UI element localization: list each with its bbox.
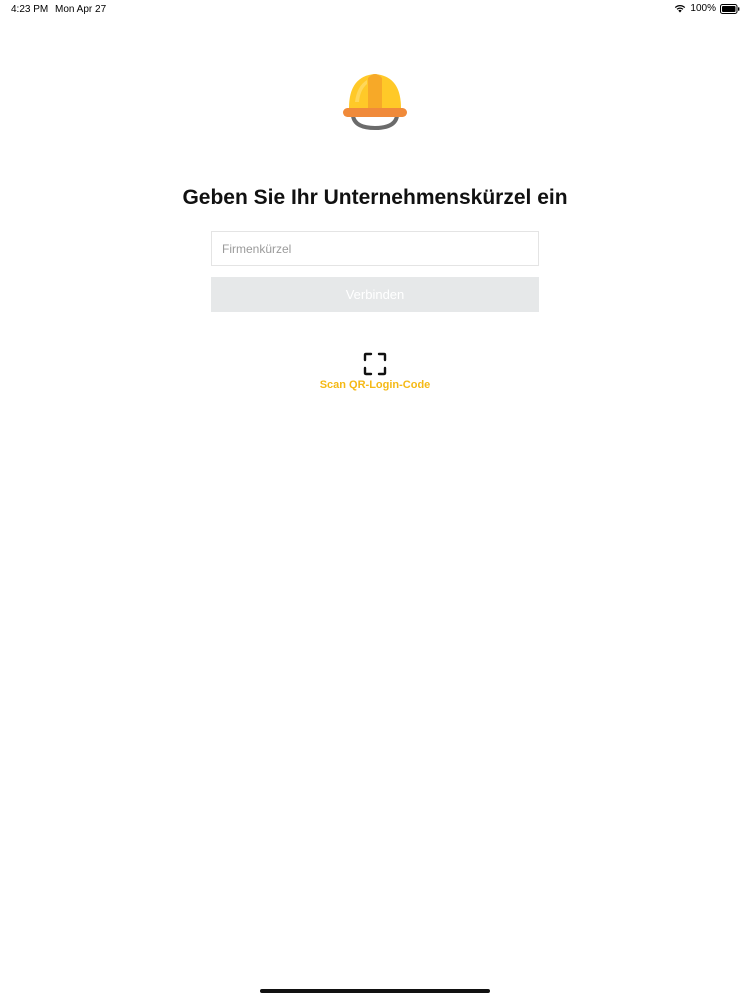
wifi-icon [674,4,686,13]
hard-hat-icon [341,66,409,131]
scan-qr-label: Scan QR-Login-Code [319,379,431,391]
scan-frame-icon [363,352,387,376]
status-date: Mon Apr 27 [55,4,107,15]
scan-qr-button[interactable]: Scan QR-Login-Code [300,350,450,396]
page-title: Geben Sie Ihr Unternehmenskürzel ein [182,186,568,209]
login-screen: 4:23 PM Mon Apr 27 100% Geben Sie Ihr Un… [0,0,750,1000]
battery-percentage: 100% [690,3,716,14]
status-bar: 4:23 PM Mon Apr 27 100% [0,0,750,20]
status-time: 4:23 PM [11,4,49,15]
connect-button[interactable]: Verbinden [211,277,539,312]
status-indicators: 100% [674,3,740,14]
home-indicator[interactable] [260,989,490,993]
company-code-input[interactable] [211,231,539,266]
battery-icon [720,3,740,14]
